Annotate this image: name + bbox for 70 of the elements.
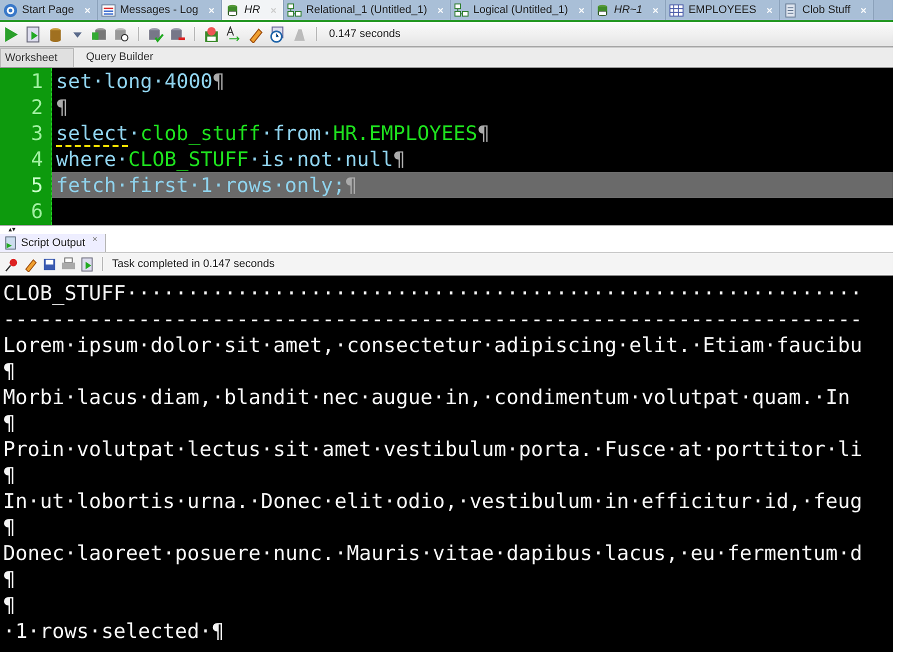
print-icon[interactable] <box>61 256 76 272</box>
tab-label: Messages - Log <box>120 4 198 16</box>
document-icon <box>783 2 798 18</box>
status-text: Task completed in 0.147 seconds <box>112 258 275 270</box>
run-script-icon[interactable] <box>80 256 95 272</box>
output-line: ¶ <box>3 462 16 488</box>
database-icon <box>595 2 610 18</box>
eraser-icon[interactable] <box>247 26 264 42</box>
line-number: 2 <box>30 94 44 120</box>
database-icon[interactable] <box>47 26 64 42</box>
help-icon <box>3 2 18 18</box>
editor-tab[interactable]: Start Page <box>0 0 98 20</box>
tab-label: Logical (Untitled_1) <box>473 4 568 16</box>
elapsed-time: 0.147 seconds <box>329 28 401 40</box>
tab-label: HR <box>244 4 260 16</box>
tab-label: EMPLOYEES <box>688 4 756 16</box>
diagram-icon <box>287 2 302 18</box>
database-icon[interactable] <box>91 26 108 42</box>
editor-tab[interactable]: Logical (Untitled_1) <box>451 0 592 20</box>
worksheet-tab[interactable]: Query Builder <box>74 48 160 67</box>
output-line: ¶ <box>3 566 16 592</box>
output-line: ¶ <box>3 358 16 384</box>
code-line: select·clob_stuff·from·HR.EMPLOYEES¶ <box>56 120 490 146</box>
diagram-icon <box>454 2 470 18</box>
tab-label: Relational_1 (Untitled_1) <box>306 4 428 16</box>
database-search-icon[interactable] <box>113 26 130 42</box>
output-line: Morbi·lacus·diam,·blandit·nec·augue·in,·condimentum·volutpat·quam.·In <box>3 384 850 410</box>
output-line: ¶ <box>3 514 16 540</box>
output-line: Donec·laoreet·posuere·nunc.·Mauris·vitae·dapibus·lacus,·eu·fermentum·d <box>3 540 862 566</box>
script-output-icon <box>4 236 18 250</box>
line-number: 5 <box>30 172 44 198</box>
editor-tab[interactable]: Clob Stuff <box>780 0 874 20</box>
table-icon <box>669 2 684 18</box>
pin-icon[interactable] <box>4 256 19 272</box>
code-line: ¶ <box>56 94 68 120</box>
worksheet-tab[interactable]: Worksheet <box>0 48 74 67</box>
database-check-icon[interactable] <box>147 26 164 42</box>
text-case-icon[interactable] <box>225 26 242 42</box>
tab-label: Clob Stuff <box>802 4 850 16</box>
clock-icon[interactable] <box>269 26 286 42</box>
editor-tab[interactable]: EMPLOYEES <box>666 0 780 20</box>
output-line: CLOB_STUFF···························································· <box>3 280 862 306</box>
output-tab[interactable]: Script Output × <box>0 234 106 252</box>
editor-tab[interactable]: HR~1 <box>592 0 666 20</box>
editor-tab[interactable]: Messages - Log <box>98 0 222 20</box>
list-icon <box>100 2 116 18</box>
code-line: set·long·4000¶ <box>56 68 225 94</box>
eraser-icon[interactable] <box>23 256 38 272</box>
close-button[interactable]: × <box>92 234 98 244</box>
run-icon[interactable] <box>3 26 20 42</box>
output-line: Proin·volutpat·lectus·sit·amet·vestibulum·porta.·Fusce·at·porttitor·li <box>3 436 862 462</box>
tab-label: HR~1 <box>614 4 642 16</box>
code-line: where·CLOB_STUFF·is·not·null¶ <box>56 146 406 172</box>
save-icon[interactable] <box>42 256 57 272</box>
code-editor[interactable]: 1 2 3 4 5 6 set·long·4000¶ ¶ select·clob_stuff·from·HR.EMPLOYEES¶ where·CLOB_STUFF·is·not·null¶ fetch·first·1·rows·only;¶ <box>0 68 893 225</box>
output-line: ¶ <box>3 410 16 436</box>
line-number: 6 <box>30 198 44 224</box>
line-number: 1 <box>30 68 44 94</box>
run-script-icon[interactable] <box>25 26 42 42</box>
output-line: In·ut·lobortis·urna.·Donec·elit·odio,·vestibulum·in·efficitur·id,·feug <box>3 488 862 514</box>
editor-tab[interactable]: Relational_1 (Untitled_1) <box>284 0 452 20</box>
editor-tab[interactable]: HR <box>222 0 284 20</box>
output-line: ·1·rows·selected·¶ <box>3 618 224 644</box>
line-number: 3 <box>30 120 44 146</box>
line-number: 4 <box>30 146 44 172</box>
output-line: ---------------------------------------------------------------------- <box>3 306 862 332</box>
output-line: Lorem·ipsum·dolor·sit·amet,·consectetur·adipiscing·elit.·Etiam·faucibu <box>3 332 862 358</box>
tab-label: Start Page <box>22 4 74 16</box>
database-undo-icon[interactable] <box>169 26 186 42</box>
output-line: ¶ <box>3 592 16 618</box>
